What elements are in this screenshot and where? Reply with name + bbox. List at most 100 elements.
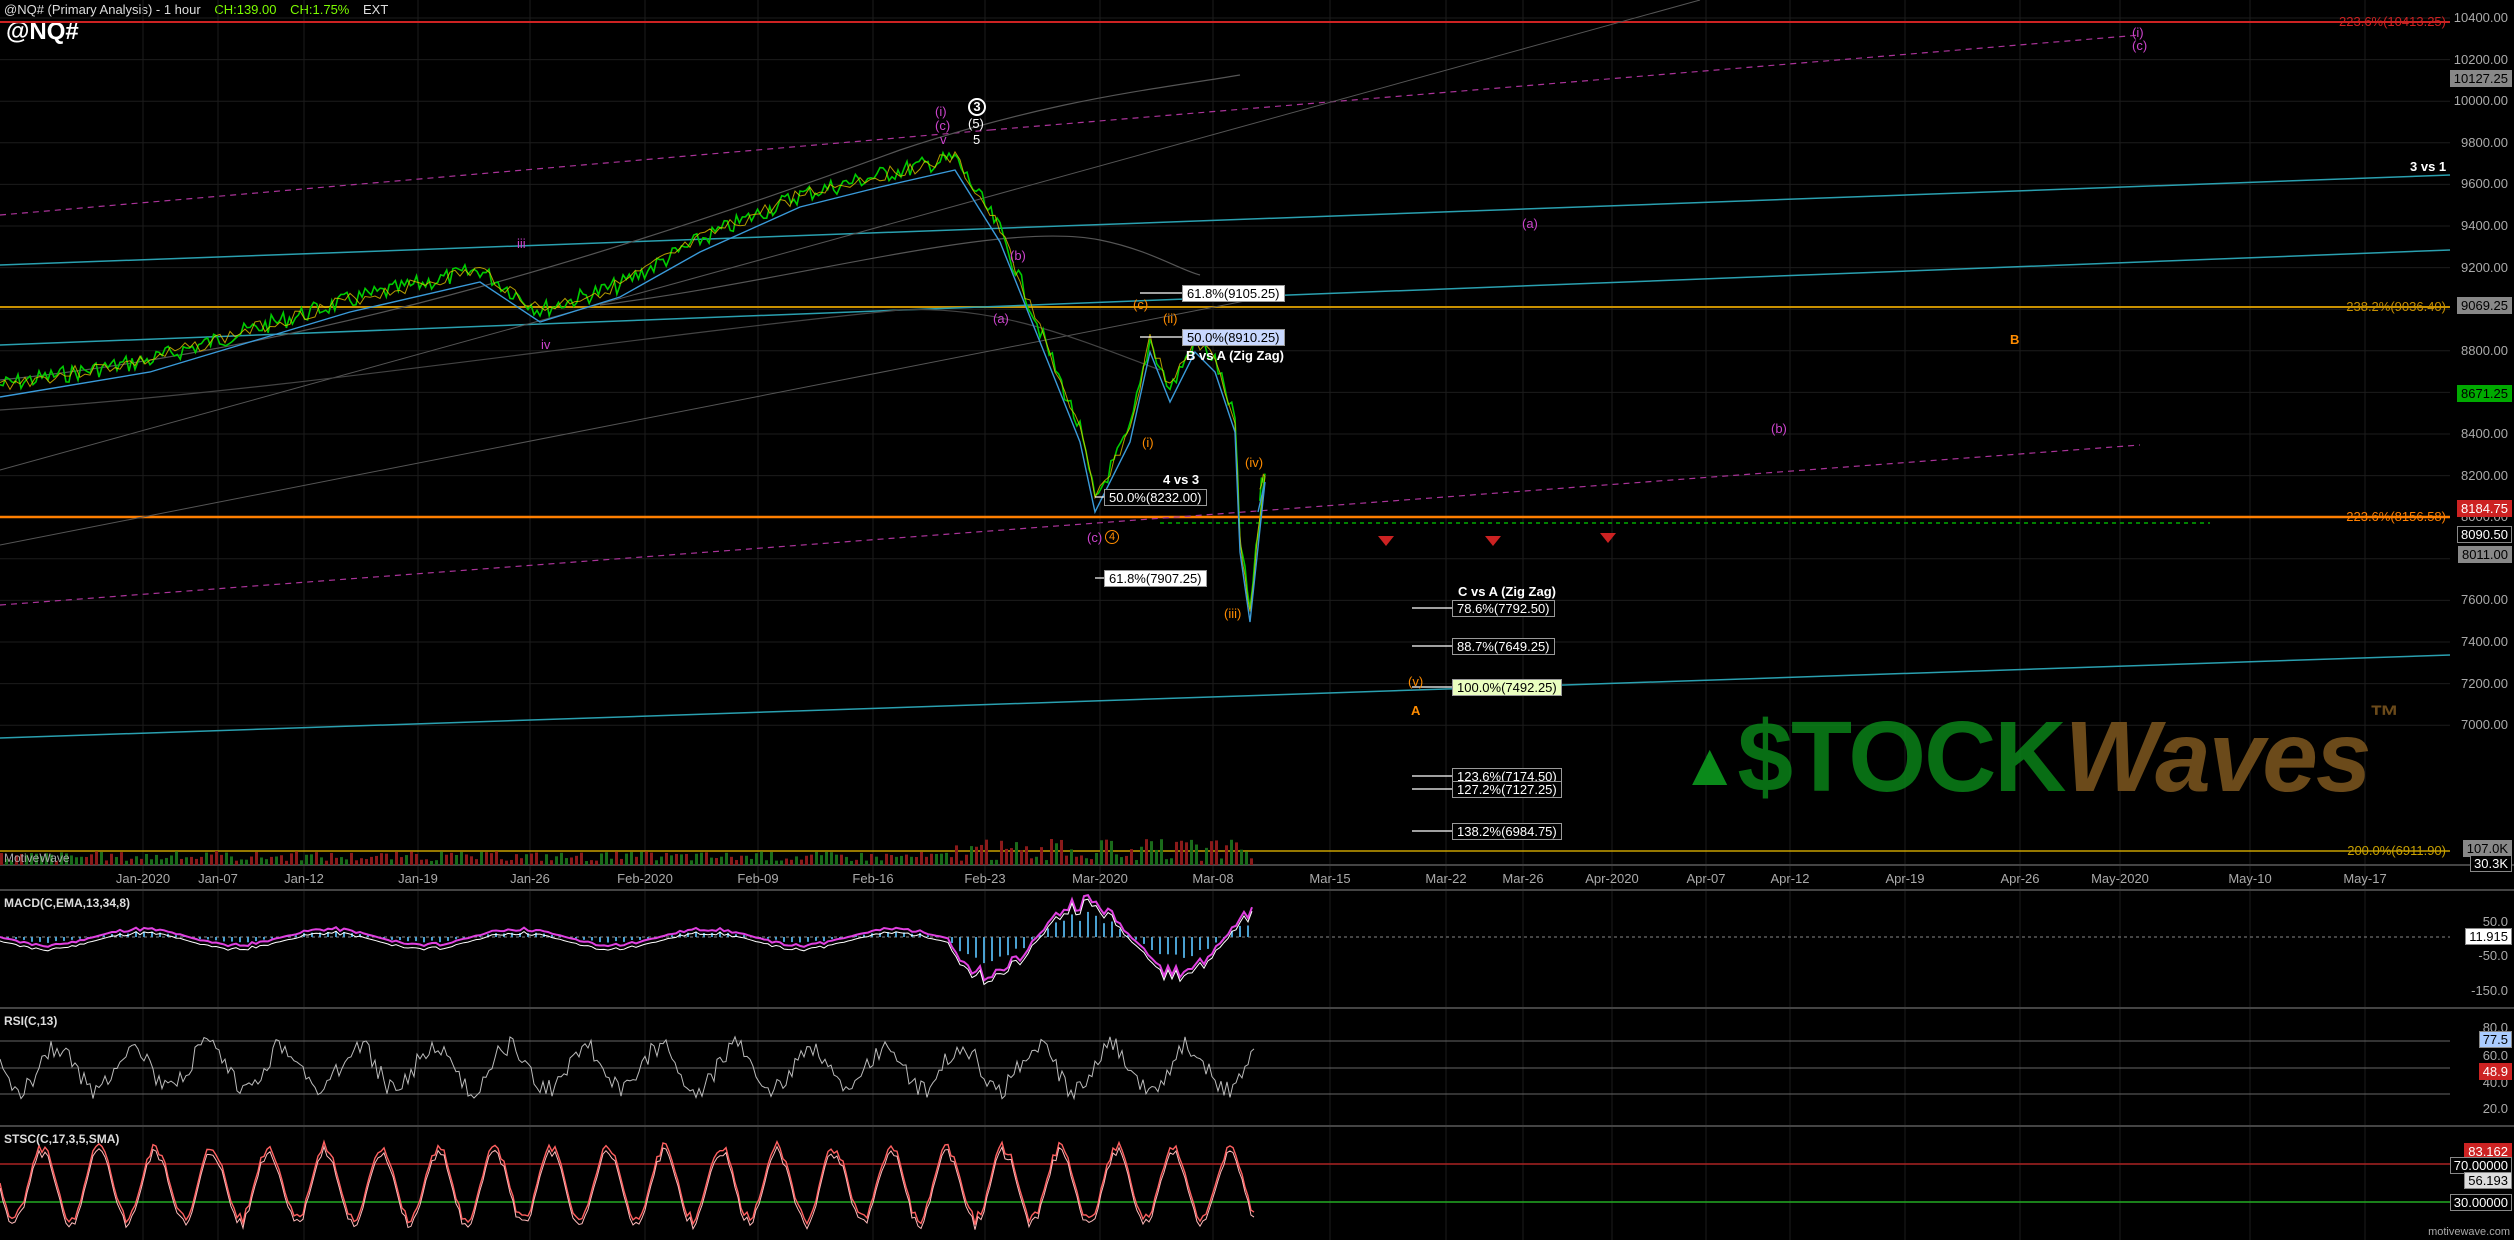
logo-suffix: Waves <box>2064 701 2372 813</box>
volume-bar <box>1045 860 1048 865</box>
volume-bar <box>260 857 263 865</box>
volume-bar <box>820 855 823 865</box>
volume-bar <box>560 852 563 865</box>
wave-label: (ii) <box>1163 311 1178 326</box>
level-label: 200.0%(6911.90) <box>2347 843 2446 858</box>
volume-bar <box>795 856 798 865</box>
volume-bar <box>1050 839 1053 865</box>
volume-bar <box>850 860 853 865</box>
volume-bar <box>445 854 448 865</box>
moving-average-upper <box>0 74 1241 381</box>
chart-canvas[interactable] <box>0 0 2514 1240</box>
trend-grey-2 <box>0 0 1701 471</box>
volume-bar <box>340 857 343 865</box>
volume-bar <box>510 859 513 865</box>
volume-bar <box>815 851 818 865</box>
rsi-value-tag: 48.9 <box>2478 1063 2512 1080</box>
volume-bar <box>1200 860 1203 865</box>
volume-bar <box>1060 839 1063 865</box>
volume-bar <box>705 852 708 865</box>
volume-bar <box>385 853 388 865</box>
volume-bar <box>700 852 703 865</box>
volume-bar <box>250 856 253 865</box>
time-axis-tick: Mar-2020 <box>1072 871 1128 886</box>
volume-bar <box>1150 841 1153 865</box>
volume-bar <box>200 856 203 865</box>
volume-bar <box>355 860 358 865</box>
price-tag: 8011.00 <box>2457 546 2512 563</box>
volume-bar <box>965 854 968 865</box>
wave-label: (b) <box>1771 421 1787 436</box>
price-axis-tick: 8800.00 <box>2461 342 2508 358</box>
volume-bar <box>885 853 888 865</box>
volume-bar <box>390 859 393 865</box>
volume-bar <box>320 857 323 865</box>
wave-label: (c) <box>935 118 951 133</box>
volume-bar <box>665 852 668 865</box>
volume-bar <box>535 852 538 865</box>
volume-bar <box>150 859 153 865</box>
volume-bar <box>420 859 423 865</box>
volume-bar <box>1095 852 1098 865</box>
time-axis-tick: Feb-09 <box>737 871 779 886</box>
sell-marker <box>1600 533 1616 543</box>
volume-bar <box>840 854 843 865</box>
price-axis-tick: 7000.00 <box>2461 717 2508 733</box>
time-axis-tick: Mar-26 <box>1502 871 1544 886</box>
volume-bar <box>375 855 378 865</box>
rsi-title: RSI(C,13) <box>4 1014 58 1028</box>
volume-bar <box>1250 858 1253 865</box>
volume-bar <box>230 856 233 865</box>
volume-bar <box>905 854 908 865</box>
volume-tag: 30.3K <box>2470 855 2512 872</box>
volume-bar <box>405 855 408 865</box>
wave-label: (iv) <box>1245 455 1264 470</box>
volume-bar <box>650 852 653 865</box>
wave-label: 4 <box>1105 530 1119 544</box>
volume-bar <box>400 857 403 865</box>
volume-bar <box>410 851 413 865</box>
last-price-tag: 8184.75 <box>2457 500 2512 517</box>
time-axis-tick: Jan-19 <box>398 871 438 886</box>
volume-bar <box>890 855 893 865</box>
volume-bar <box>1185 842 1188 865</box>
time-axis-tick: Apr-2020 <box>1585 871 1639 886</box>
volume-bar <box>1010 848 1013 865</box>
volume-bar <box>1100 840 1103 865</box>
volume-bar <box>830 852 833 865</box>
fib-box: 61.8%(7907.25) <box>1104 570 1207 587</box>
price-axis-tick: 10400.00 <box>2453 10 2508 25</box>
time-axis-tick: Jan-26 <box>510 871 550 886</box>
time-axis-tick: Apr-19 <box>1885 871 1925 886</box>
macd-pane <box>0 894 2450 986</box>
volume-bar <box>505 860 508 865</box>
volume-bar <box>290 853 293 865</box>
volume-bar <box>140 858 143 865</box>
volume-bar <box>910 856 913 865</box>
volume-bar <box>975 846 978 865</box>
price-axis-tick: 7200.00 <box>2461 675 2508 691</box>
volume-bar <box>245 859 248 865</box>
wave-label: (i) <box>935 104 947 119</box>
channel-lines <box>0 0 2451 739</box>
wave-label: A <box>1411 703 1421 718</box>
volume-bar <box>1020 850 1023 865</box>
volume-bar <box>360 858 363 865</box>
volume-bar <box>500 859 503 865</box>
annotation-4-vs-3: 4 vs 3 <box>1163 472 1200 487</box>
wave-label: (a) <box>993 311 1009 326</box>
volume-bar <box>430 860 433 865</box>
volume-bar <box>990 859 993 865</box>
volume-bar <box>995 859 998 865</box>
volume-bar <box>1220 858 1223 865</box>
volume-bar <box>600 853 603 865</box>
volume-bar <box>620 858 623 865</box>
volume-bar <box>660 856 663 865</box>
volume-bar <box>515 854 518 865</box>
price-tag: 8090.50 <box>2457 526 2512 543</box>
volume-bar <box>685 853 688 865</box>
volume-bar <box>1000 840 1003 865</box>
volume-bar <box>1135 860 1138 865</box>
study-label: MotiveWave <box>4 851 70 865</box>
time-axis-tick: Jan-2020 <box>115 871 171 886</box>
